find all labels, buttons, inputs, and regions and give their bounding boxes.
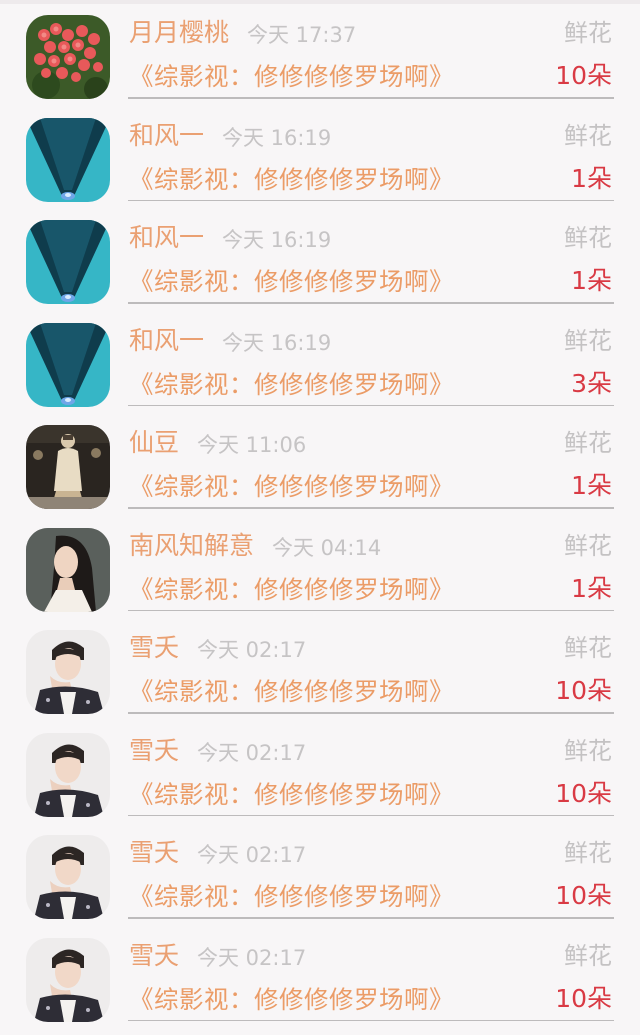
timestamp: 今天 16:19 <box>222 330 332 355</box>
gift-type: 鲜花 <box>564 326 612 355</box>
timestamp: 今天 02:17 <box>197 945 307 970</box>
avatar[interactable] <box>26 322 110 407</box>
avatar[interactable] <box>26 220 110 304</box>
avatar[interactable] <box>26 835 110 919</box>
avatar[interactable] <box>26 527 110 612</box>
gift-count: 1朵 <box>571 163 612 193</box>
gift-count: 1朵 <box>571 573 612 603</box>
gift-type: 鲜花 <box>564 941 612 970</box>
gift-count: 10朵 <box>555 676 612 705</box>
book-title[interactable]: 《综影视：修修修修罗场啊》 <box>129 370 454 400</box>
row-divider <box>128 97 614 99</box>
book-title[interactable]: 《综影视：修修修修罗场啊》 <box>129 882 454 912</box>
timestamp: 今天 02:17 <box>197 638 307 662</box>
user-name[interactable]: 南风知解意 <box>129 531 254 561</box>
gift-type: 鲜花 <box>564 736 612 765</box>
gift-count: 3朵 <box>571 368 612 398</box>
avatar[interactable] <box>26 630 110 714</box>
avatar[interactable] <box>26 732 110 817</box>
avatar[interactable] <box>26 425 110 509</box>
list-item[interactable]: 雪夭 今天 02:17 鲜花 《综影视：修修修修罗场啊》 10朵 <box>0 826 640 929</box>
user-name[interactable]: 和风一 <box>129 326 204 356</box>
gift-count: 1朵 <box>571 471 612 500</box>
gift-count: 1朵 <box>571 266 612 295</box>
user-name[interactable]: 和风一 <box>129 223 204 253</box>
timestamp: 今天 11:06 <box>197 433 307 457</box>
gift-type: 鲜花 <box>564 121 612 150</box>
timestamp: 今天 17:37 <box>247 23 357 47</box>
gift-count: 10朵 <box>555 881 612 910</box>
gift-type: 鲜花 <box>564 224 612 252</box>
row-divider <box>128 814 614 816</box>
row-divider <box>128 1019 614 1021</box>
list-item[interactable]: 和风一 今天 16:19 鲜花 《综影视：修修修修罗场啊》 1朵 <box>0 211 640 314</box>
book-title[interactable]: 《综影视：修修修修罗场啊》 <box>129 677 454 707</box>
gift-type: 鲜花 <box>564 531 612 560</box>
row-divider <box>128 712 614 714</box>
list-item[interactable]: 和风一 今天 16:19 鲜花 《综影视：修修修修罗场啊》 1朵 <box>0 109 640 212</box>
gift-record-list: 月月樱桃 今天 17:37 鲜花 《综影视：修修修修罗场啊》 10朵 和风一 今… <box>0 6 640 1031</box>
row-divider <box>128 507 614 509</box>
user-name[interactable]: 雪夭 <box>129 838 179 868</box>
gift-count: 10朵 <box>555 983 612 1013</box>
row-divider <box>128 404 614 406</box>
user-name[interactable]: 仙豆 <box>129 428 179 458</box>
gift-type: 鲜花 <box>564 429 612 457</box>
row-divider <box>128 609 614 611</box>
row-divider <box>128 199 614 201</box>
timestamp: 今天 16:19 <box>222 125 332 150</box>
user-name[interactable]: 雪夭 <box>129 633 179 663</box>
gift-count: 10朵 <box>555 778 612 808</box>
list-item[interactable]: 雪夭 今天 02:17 鲜花 《综影视：修修修修罗场啊》 10朵 <box>0 621 640 724</box>
timestamp: 今天 02:17 <box>197 740 307 765</box>
list-item[interactable]: 南风知解意 今天 04:14 鲜花 《综影视：修修修修罗场啊》 1朵 <box>0 519 640 622</box>
user-name[interactable]: 月月樱桃 <box>129 18 229 48</box>
book-title[interactable]: 《综影视：修修修修罗场啊》 <box>129 165 454 195</box>
avatar[interactable] <box>26 15 110 99</box>
gift-type: 鲜花 <box>564 634 612 662</box>
gift-type: 鲜花 <box>564 19 612 47</box>
avatar[interactable] <box>26 937 110 1022</box>
book-title[interactable]: 《综影视：修修修修罗场啊》 <box>129 985 454 1015</box>
user-name[interactable]: 雪夭 <box>129 941 179 971</box>
book-title[interactable]: 《综影视：修修修修罗场啊》 <box>129 267 454 297</box>
row-divider <box>128 917 614 919</box>
user-name[interactable]: 和风一 <box>129 121 204 151</box>
list-item[interactable]: 仙豆 今天 11:06 鲜花 《综影视：修修修修罗场啊》 1朵 <box>0 416 640 519</box>
timestamp: 今天 16:19 <box>222 228 332 252</box>
gift-count: 10朵 <box>555 61 612 90</box>
list-item[interactable]: 月月樱桃 今天 17:37 鲜花 《综影视：修修修修罗场啊》 10朵 <box>0 6 640 109</box>
avatar[interactable] <box>26 117 110 202</box>
row-divider <box>128 302 614 304</box>
timestamp: 今天 02:17 <box>197 843 307 867</box>
user-name[interactable]: 雪夭 <box>129 736 179 766</box>
book-title[interactable]: 《综影视：修修修修罗场啊》 <box>129 780 454 810</box>
book-title[interactable]: 《综影视：修修修修罗场啊》 <box>129 575 454 605</box>
top-divider <box>0 0 640 4</box>
list-item[interactable]: 雪夭 今天 02:17 鲜花 《综影视：修修修修罗场啊》 10朵 <box>0 929 640 1032</box>
gift-type: 鲜花 <box>564 839 612 867</box>
list-item[interactable]: 和风一 今天 16:19 鲜花 《综影视：修修修修罗场啊》 3朵 <box>0 314 640 417</box>
book-title[interactable]: 《综影视：修修修修罗场啊》 <box>129 62 454 92</box>
timestamp: 今天 04:14 <box>272 535 382 560</box>
book-title[interactable]: 《综影视：修修修修罗场啊》 <box>129 472 454 502</box>
list-item[interactable]: 雪夭 今天 02:17 鲜花 《综影视：修修修修罗场啊》 10朵 <box>0 724 640 827</box>
